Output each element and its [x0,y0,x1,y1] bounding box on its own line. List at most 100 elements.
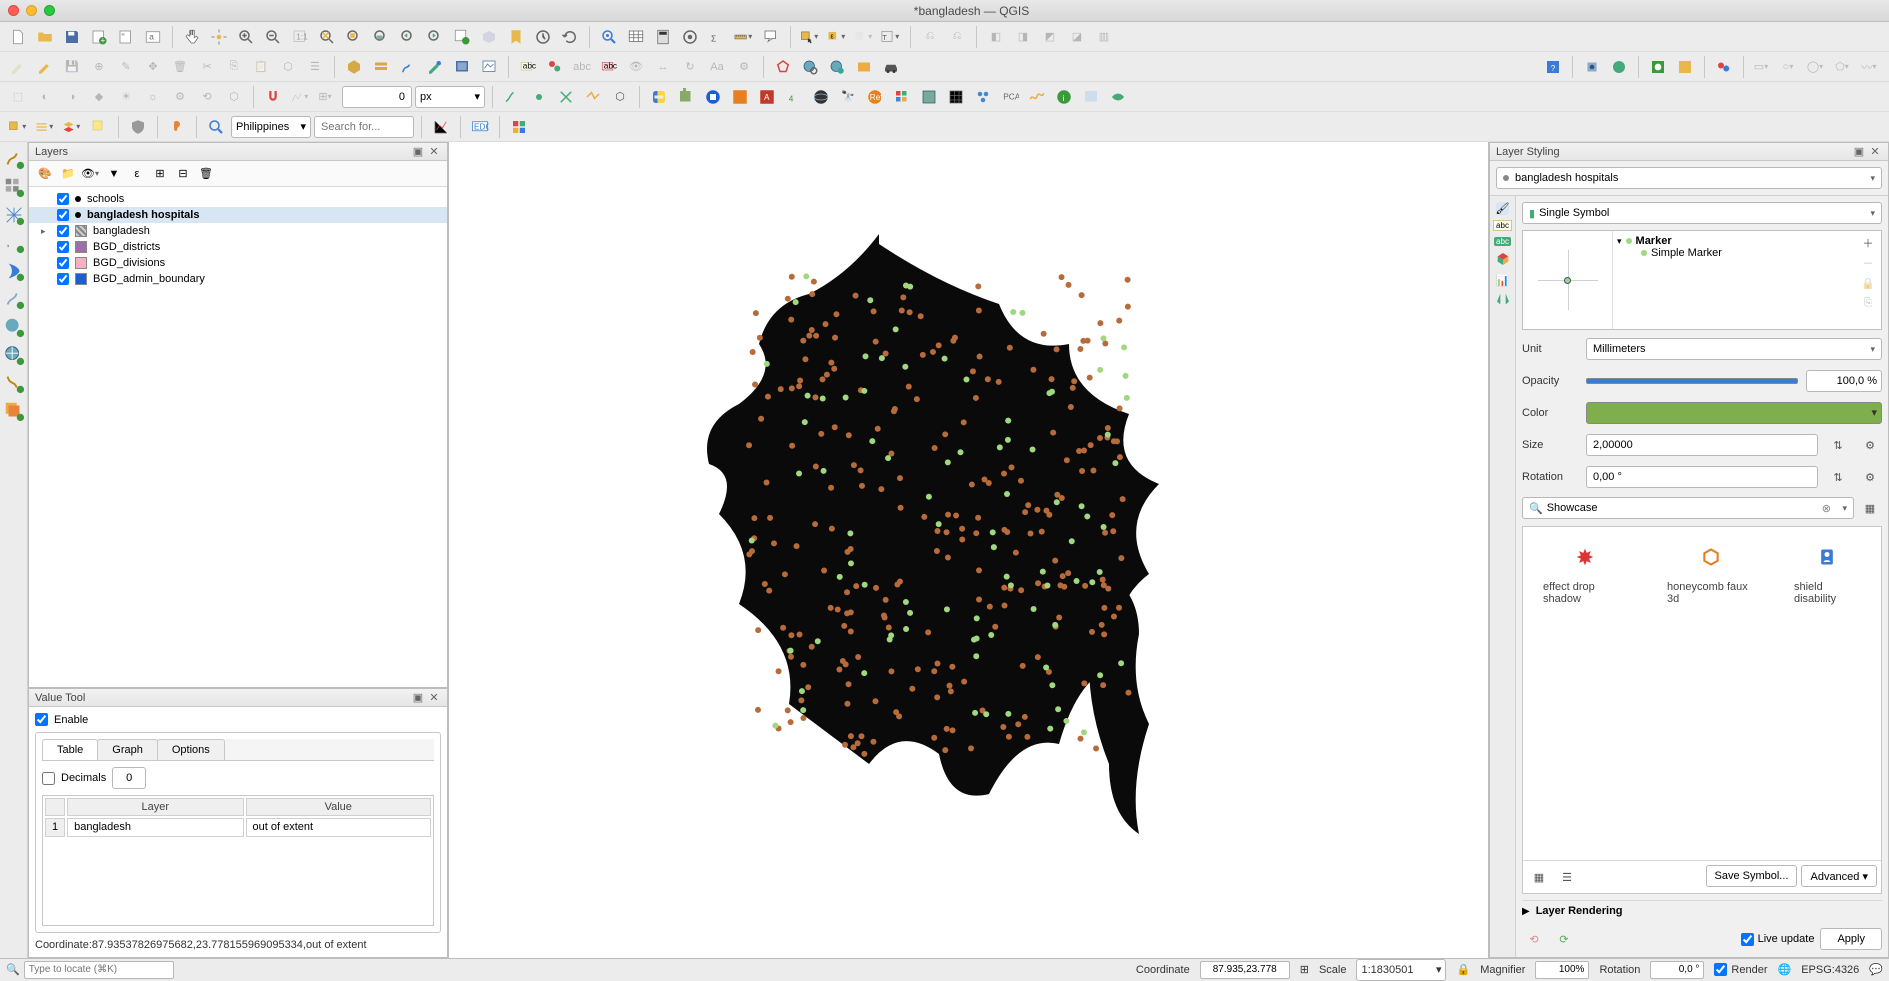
shape-curve-icon[interactable]: 〰 [1859,55,1883,79]
undo-style-icon[interactable]: ⟲ [1522,927,1546,951]
layer-rendering-section[interactable]: Layer Rendering [1536,905,1623,917]
undo-icon[interactable]: ⎌ [918,25,942,49]
pan-to-selection-icon[interactable] [207,25,231,49]
plugin-red-icon[interactable]: A [755,85,779,109]
snap-options-icon[interactable] [288,85,312,109]
field-icon[interactable] [852,55,876,79]
plugin-binoculars-icon[interactable]: 🔭 [836,85,860,109]
add-wfs-icon[interactable] [3,344,25,366]
shape-poly-icon[interactable]: ⬠ [1832,55,1856,79]
adv-g[interactable]: ⚙ [168,85,192,109]
pan-icon[interactable] [180,25,204,49]
zoom-in-icon[interactable] [234,25,258,49]
tab-table[interactable]: Table [42,739,98,760]
save-project-icon[interactable] [60,25,84,49]
lock-symbol-icon[interactable]: 🔒 [1858,274,1878,292]
live-update-row[interactable]: Live update [1741,933,1815,946]
add-wcs-icon[interactable] [3,372,25,394]
highlight-tool-icon[interactable] [87,115,111,139]
layer-checkbox[interactable] [57,273,69,285]
close-panel-icon[interactable]: ✕ [427,145,441,159]
trace-icon[interactable] [477,55,501,79]
layer-row-2[interactable]: ▸bangladesh [29,223,447,239]
tab-graph[interactable]: Graph [97,739,158,760]
size-input[interactable] [1586,434,1818,456]
add-symbol-icon[interactable]: ＋ [1858,234,1878,252]
duplicate-symbol-icon[interactable]: ⎘ [1858,294,1878,312]
measure-icon[interactable] [732,25,756,49]
redo-icon[interactable]: ⎌ [945,25,969,49]
symbology-tab-icon[interactable]: 🖌 [1496,202,1510,215]
copy-icon[interactable]: ⎘ [222,55,246,79]
add-virtual-icon[interactable] [3,288,25,310]
adv-d[interactable]: ◆ [87,85,111,109]
adv-e[interactable]: ☀ [114,85,138,109]
new-bookmark-icon[interactable] [504,25,528,49]
sb-scale-select[interactable]: 1:1830501▾ [1356,959,1446,981]
car-icon[interactable] [879,55,903,79]
layer-row-5[interactable]: BGD_admin_boundary [29,271,447,287]
snap-grid-icon[interactable]: ⊞ [315,85,339,109]
collapse-all-icon[interactable]: ⊟ [173,164,193,184]
3d-tab-icon[interactable] [1495,251,1511,270]
manage-visibility-icon[interactable]: 👁 [81,164,101,184]
plugin-pca-icon[interactable]: PCA [998,85,1022,109]
plugin-e-icon[interactable] [1712,55,1736,79]
layer-row-3[interactable]: BGD_districts [29,239,447,255]
extents-icon[interactable]: ⊞ [1300,963,1309,976]
tab-options[interactable]: Options [157,739,225,760]
help-icon[interactable]: ? [1541,55,1565,79]
clear-search-icon[interactable]: ⊗ [1822,502,1831,515]
layer-row-4[interactable]: BGD_divisions [29,255,447,271]
new-project-icon[interactable] [6,25,30,49]
attribute-table-icon[interactable] [624,25,648,49]
live-update-checkbox[interactable] [1741,933,1754,946]
generic-tool-a[interactable]: ◧ [984,25,1008,49]
cad-tools-icon[interactable] [450,55,474,79]
labels-tab-icon[interactable]: abc [1493,219,1512,231]
undock-ls-icon[interactable]: ▣ [1852,145,1866,159]
redo-style-icon[interactable]: ⟳ [1552,927,1576,951]
plugin-grid3-icon[interactable] [944,85,968,109]
new-shapefile-icon[interactable] [342,55,366,79]
add-mesh-icon[interactable] [3,204,25,226]
add-wms-icon[interactable] [3,316,25,338]
adv-b[interactable]: ◐ [33,85,57,109]
renderer-select[interactable]: ▮ Single Symbol [1522,202,1882,224]
move-label-icon[interactable]: ↔ [651,55,675,79]
undock-vt-icon[interactable]: ▣ [411,691,425,705]
add-group-icon[interactable]: 📁 [58,164,78,184]
adv-a[interactable]: ⬚ [6,85,30,109]
unit-select[interactable]: Millimeters [1586,338,1882,360]
topo-d-icon[interactable] [581,85,605,109]
snap-tolerance-input[interactable] [342,86,412,108]
save-edits-icon[interactable]: 💾 [60,55,84,79]
label-props-icon[interactable]: ⚙ [732,55,756,79]
add-delimited-icon[interactable]: , [3,232,25,254]
plugin-orange-icon[interactable] [728,85,752,109]
open-project-icon[interactable] [33,25,57,49]
zoom-selection-icon[interactable] [342,25,366,49]
decimals-input[interactable] [112,767,146,789]
new-virtual-layer-icon[interactable] [396,55,420,79]
expand-all-icon[interactable]: ⊞ [150,164,170,184]
rotation-dd-icon[interactable]: ⚙ [1858,465,1882,489]
python-icon[interactable] [647,85,671,109]
enable-checkbox-row[interactable]: Enable [35,713,441,726]
symbol-tree[interactable]: ▾Marker Simple Marker [1613,231,1855,329]
filter-legend-icon[interactable]: ▼ [104,164,124,184]
new-geopackage-icon[interactable] [369,55,393,79]
size-spinner[interactable]: ⇅ [1826,433,1850,457]
digitize-shape-icon[interactable] [423,55,447,79]
decimals-checkbox[interactable] [42,772,55,785]
remove-symbol-icon[interactable]: － [1858,254,1878,272]
zoom-last-icon[interactable] [396,25,420,49]
select-by-value-icon[interactable]: ε [825,25,849,49]
globe-add-icon[interactable] [825,55,849,79]
processing-toolbox-icon[interactable] [678,25,702,49]
add-raster-icon[interactable] [3,176,25,198]
pin-label-icon[interactable]: abc [597,55,621,79]
close-vt-icon[interactable]: ✕ [427,691,441,705]
annotation-icon[interactable]: T [879,25,903,49]
symbol-view-icon[interactable]: ▦ [1858,496,1882,520]
